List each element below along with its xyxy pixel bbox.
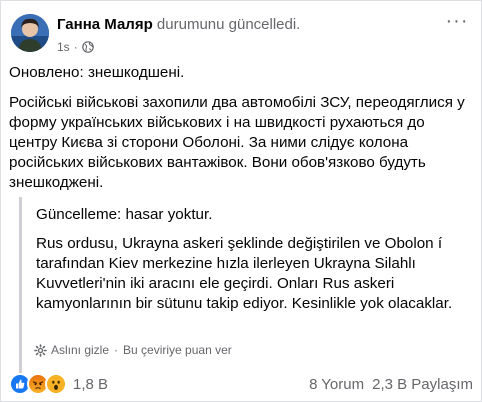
name-line: Ганна Маляр durumunu güncelledi. (57, 16, 300, 33)
post-stats: 8 Yorum 2,3 B Paylaşım (309, 376, 473, 393)
translation-update-line: Güncelleme: hasar yoktur. (36, 206, 213, 223)
wow-icon (45, 373, 67, 395)
hide-original-link[interactable]: Aslını gizle (51, 343, 109, 357)
more-options-button[interactable]: ··· (443, 11, 471, 34)
post-update-line: Оновлено: знешкодшені. (9, 64, 185, 81)
post-time[interactable]: 1s (57, 40, 70, 54)
translation-body: Rus ordusu, Ukrayna askeri şeklinde deği… (36, 235, 453, 312)
globe-icon[interactable] (81, 41, 94, 53)
post-body: Російські військові захопили два автомоб… (9, 94, 465, 191)
meta-dot: · (73, 40, 78, 54)
post-header: Ганна Маляр durumunu güncelledi. 1s · ··… (9, 10, 473, 56)
translation-links: Aslını gizle · Bu çeviriye puan ver (34, 343, 232, 357)
reactions-summary[interactable]: 1,8 B (9, 373, 108, 395)
comments-count[interactable]: 8 Yorum (309, 376, 364, 393)
post-action: durumunu güncelledi. (156, 16, 301, 33)
shares-count[interactable]: 2,3 B Paylaşım (372, 376, 473, 393)
post-card: Ганна Маляр durumunu güncelledi. 1s · ··… (0, 0, 482, 402)
post-footer: 1,8 B 8 Yorum 2,3 B Paylaşım (9, 371, 473, 397)
author-name[interactable]: Ганна Маляр (57, 16, 153, 33)
links-separator: · (114, 343, 119, 357)
reaction-count[interactable]: 1,8 B (73, 376, 108, 393)
avatar[interactable] (11, 14, 49, 52)
rate-translation-link[interactable]: Bu çeviriye puan ver (123, 343, 232, 357)
translation-block: Güncelleme: hasar yoktur. Rus ordusu, Uk… (19, 197, 467, 373)
gear-icon[interactable] (34, 343, 47, 357)
post-meta: 1s · (57, 40, 94, 54)
